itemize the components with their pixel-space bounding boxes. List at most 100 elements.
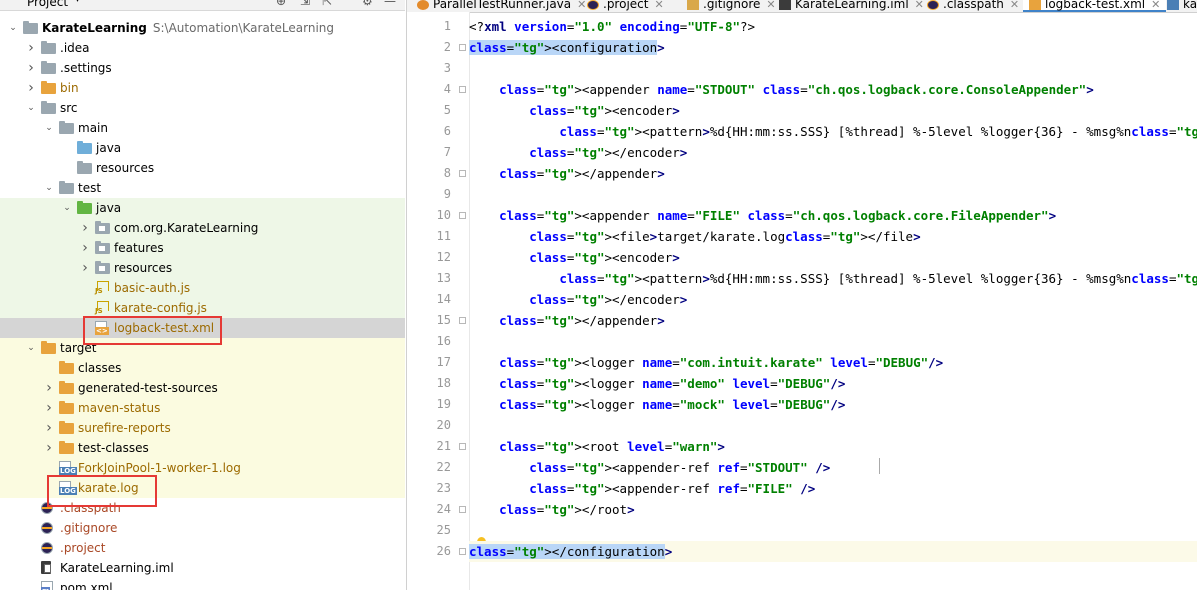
tree-item[interactable]: › .idea [0, 38, 405, 58]
code-line[interactable]: class="tg"></encoder> [469, 142, 1197, 163]
close-icon[interactable]: ✕ [577, 0, 586, 11]
code-line[interactable]: class="tg"><logger name="demo" level="DE… [469, 373, 1197, 394]
chevron-down-icon[interactable]: ▾ [75, 0, 80, 5]
code-line[interactable]: class="tg"></root> [469, 499, 1197, 520]
chevron-down-icon[interactable]: ⌄ [43, 118, 55, 138]
tree-item[interactable]: LOG karate.log [0, 478, 405, 498]
code-line[interactable]: class="tg"><pattern>%d{HH:mm:ss.SSS} [%t… [469, 268, 1197, 289]
fold-marker-icon[interactable] [459, 212, 466, 219]
tree-item[interactable]: › surefire-reports [0, 418, 405, 438]
editor-tab[interactable]: .classpath ✕ [927, 0, 1019, 12]
locate-icon[interactable]: ⊕ [276, 0, 286, 8]
chevron-right-icon[interactable]: › [79, 258, 91, 278]
tree-item[interactable]: .gitignore [0, 518, 405, 538]
tree-item[interactable]: resources [0, 158, 405, 178]
tree-item[interactable]: classes [0, 358, 405, 378]
tree-item[interactable]: JS karate-config.js [0, 298, 405, 318]
hide-icon[interactable]: — [384, 0, 396, 8]
code-line[interactable]: class="tg"><appender-ref ref="STDOUT" /> [469, 457, 1197, 478]
tree-item[interactable]: › generated-test-sources [0, 378, 405, 398]
code-line[interactable] [469, 520, 1197, 541]
tree-item[interactable]: › test-classes [0, 438, 405, 458]
code-line[interactable]: class="tg"><file>target/karate.logclass=… [469, 226, 1197, 247]
chevron-right-icon[interactable]: › [25, 58, 37, 78]
code-line[interactable]: class="tg"><encoder> [469, 100, 1197, 121]
code-line[interactable] [469, 331, 1197, 352]
fold-marker-icon[interactable] [459, 317, 466, 324]
code-line[interactable]: class="tg"><root level="warn"> [469, 436, 1197, 457]
fold-marker-icon[interactable] [459, 44, 466, 51]
close-icon[interactable]: ✕ [915, 0, 924, 11]
tree-item[interactable]: ⌄ main [0, 118, 405, 138]
expand-all-icon[interactable]: ⇱ [322, 0, 332, 8]
code-line[interactable]: class="tg"><appender name="STDOUT" class… [469, 79, 1197, 100]
tree-item[interactable]: › .settings [0, 58, 405, 78]
tree-item[interactable]: ⌄ java [0, 198, 405, 218]
code-line[interactable]: class="tg"><appender name="FILE" class="… [469, 205, 1197, 226]
code-line[interactable] [469, 415, 1197, 436]
tree-item[interactable]: ⌄ src [0, 98, 405, 118]
tree-item[interactable]: LOG ForkJoinPool-1-worker-1.log [0, 458, 405, 478]
code-line[interactable]: class="tg"></encoder> [469, 289, 1197, 310]
close-icon[interactable]: ✕ [654, 0, 663, 11]
chevron-down-icon[interactable]: ⌄ [25, 338, 37, 358]
code-line[interactable]: class="tg"></appender> [469, 163, 1197, 184]
code-line[interactable]: class="tg"></configuration> [469, 541, 1197, 562]
code-line[interactable]: class="tg"><logger name="com.intuit.kara… [469, 352, 1197, 373]
code-line[interactable]: class="tg"><logger name="mock" level="DE… [469, 394, 1197, 415]
chevron-right-icon[interactable]: › [43, 378, 55, 398]
tree-item[interactable]: ⌄ KarateLearning S:\Automation\KarateLearn… [0, 18, 405, 38]
editor-tab[interactable]: .gitignore ✕ [687, 0, 776, 12]
code-line[interactable]: class="tg"><pattern>%d{HH:mm:ss.SSS} [%t… [469, 121, 1197, 142]
code-line-text: class="tg"><root level="warn"> [499, 439, 725, 454]
tree-item[interactable]: ⌄ target [0, 338, 405, 358]
editor-tab[interactable]: ParallelTestRunner.java ✕ [417, 0, 586, 12]
editor-tab[interactable]: karate.log [1167, 0, 1197, 12]
chevron-right-icon[interactable]: › [25, 38, 37, 58]
chevron-right-icon[interactable]: › [43, 438, 55, 458]
fold-marker-icon[interactable] [459, 548, 466, 555]
code-line[interactable]: <?xml version="1.0" encoding="UTF-8"?> [469, 16, 1197, 37]
tree-item[interactable]: › maven-status [0, 398, 405, 418]
tree-item[interactable]: java [0, 138, 405, 158]
chevron-down-icon[interactable]: ⌄ [43, 178, 55, 198]
tree-item[interactable]: <> logback-test.xml [0, 318, 405, 338]
fold-marker-icon[interactable] [459, 506, 466, 513]
close-icon[interactable]: ✕ [1010, 0, 1019, 11]
close-icon[interactable]: ✕ [1151, 0, 1160, 11]
editor-tab[interactable]: KarateLearning.iml ✕ [779, 0, 924, 12]
tree-item[interactable]: JS basic-auth.js [0, 278, 405, 298]
project-panel-title[interactable]: Project [27, 0, 68, 9]
tree-item[interactable]: m pom.xml [0, 578, 405, 590]
code-line[interactable] [469, 58, 1197, 79]
tree-item[interactable]: › bin [0, 78, 405, 98]
close-icon[interactable]: ✕ [766, 0, 775, 11]
collapse-all-icon[interactable]: ⇲ [300, 0, 310, 8]
tree-item[interactable]: KarateLearning.iml [0, 558, 405, 578]
tree-item[interactable]: › resources [0, 258, 405, 278]
editor-tab[interactable]: .project ✕ [587, 0, 664, 12]
tree-item[interactable]: › features [0, 238, 405, 258]
tree-item[interactable]: .classpath [0, 498, 405, 518]
chevron-down-icon[interactable]: ⌄ [7, 18, 19, 38]
code-line[interactable]: class="tg"><configuration> [469, 37, 1197, 58]
chevron-right-icon[interactable]: › [79, 238, 91, 258]
code-line[interactable] [469, 184, 1197, 205]
code-line[interactable]: class="tg"></appender> [469, 310, 1197, 331]
fold-marker-icon[interactable] [459, 443, 466, 450]
chevron-right-icon[interactable]: › [25, 78, 37, 98]
code-line[interactable]: class="tg"><encoder> [469, 247, 1197, 268]
tree-item[interactable]: ⌄ test [0, 178, 405, 198]
gear-icon[interactable]: ⚙ [362, 0, 373, 8]
chevron-right-icon[interactable]: › [43, 418, 55, 438]
editor-tab[interactable]: logback-test.xml ✕ [1023, 0, 1167, 12]
chevron-right-icon[interactable]: › [79, 218, 91, 238]
tree-item[interactable]: .project [0, 538, 405, 558]
chevron-down-icon[interactable]: ⌄ [61, 198, 73, 218]
fold-marker-icon[interactable] [459, 170, 466, 177]
fold-marker-icon[interactable] [459, 86, 466, 93]
chevron-down-icon[interactable]: ⌄ [25, 98, 37, 118]
tree-item[interactable]: › com.org.KarateLearning [0, 218, 405, 238]
chevron-right-icon[interactable]: › [43, 398, 55, 418]
code-line[interactable]: class="tg"><appender-ref ref="FILE" /> [469, 478, 1197, 499]
